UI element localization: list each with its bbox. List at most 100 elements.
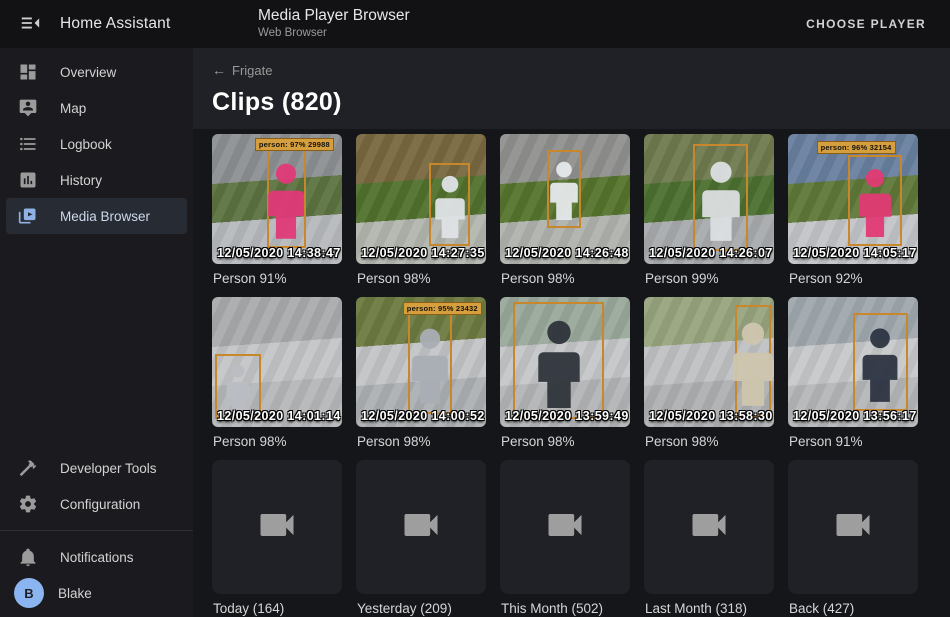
clip-timestamp: 12/05/2020 13:59:49 <box>505 409 629 423</box>
clip-thumbnail[interactable]: person: 97% 29988 12/05/2020 14:38:47 <box>212 134 342 264</box>
clip-item[interactable]: 12/05/2020 13:58:30 Person 98% <box>644 297 774 451</box>
clip-thumbnail[interactable]: 12/05/2020 14:26:48 <box>500 134 630 264</box>
clip-item[interactable]: 12/05/2020 14:26:48 Person 98% <box>500 134 630 288</box>
clip-caption: Person 99% <box>645 271 774 286</box>
breadcrumb-back-frigate[interactable]: ← Frigate <box>212 63 272 78</box>
sidebar-item-label: History <box>60 173 102 188</box>
home-assistant-app: Home Assistant Media Player Browser Web … <box>0 0 950 617</box>
sidebar-item-label: Overview <box>60 65 116 80</box>
sidebar-item-media-browser[interactable]: Media Browser <box>6 198 187 234</box>
folder-item-last-month-318[interactable]: Last Month (318) <box>644 460 774 616</box>
clip-caption: Person 98% <box>501 271 630 286</box>
sidebar-toggle-button[interactable] <box>14 8 46 40</box>
folder-card[interactable] <box>644 460 774 594</box>
clip-item[interactable]: 12/05/2020 14:26:07 Person 99% <box>644 134 774 288</box>
video-icon <box>255 503 299 552</box>
sidebar-item-history[interactable]: History <box>6 162 187 198</box>
detection-label: person: 97% 29988 <box>255 138 334 151</box>
video-icon <box>543 503 587 552</box>
clips-grid-area: person: 97% 29988 12/05/2020 14:38:47 Pers… <box>193 129 950 617</box>
top-app-bar: Home Assistant Media Player Browser Web … <box>0 0 950 48</box>
clip-thumbnail[interactable]: 12/05/2020 13:59:49 <box>500 297 630 427</box>
folder-label: Back (427) <box>789 601 918 616</box>
clip-thumbnail[interactable]: 12/05/2020 14:27:35 <box>356 134 486 264</box>
clip-caption: Person 98% <box>213 434 342 449</box>
sidebar-item-label: Media Browser <box>60 209 150 224</box>
clip-item[interactable]: 12/05/2020 13:56:17 Person 91% <box>788 297 918 451</box>
developer-tools-icon <box>18 458 38 478</box>
folder-label: Yesterday (209) <box>357 601 486 616</box>
sidebar-divider <box>0 530 193 531</box>
folder-item-today-164[interactable]: Today (164) <box>212 460 342 616</box>
sidebar-item-label: Logbook <box>60 137 112 152</box>
clip-timestamp: 12/05/2020 14:26:07 <box>649 246 773 260</box>
overview-icon <box>18 62 38 82</box>
configuration-icon <box>18 494 38 514</box>
sidebar-item-label: Configuration <box>60 497 140 512</box>
clip-caption: Person 98% <box>357 434 486 449</box>
sidebar-item-logbook[interactable]: Logbook <box>6 126 187 162</box>
sidebar-item-label: Notifications <box>60 550 134 565</box>
folder-label: Today (164) <box>213 601 342 616</box>
arrow-left-icon: ← <box>212 63 226 77</box>
user-name: Blake <box>58 586 92 601</box>
clip-caption: Person 98% <box>501 434 630 449</box>
sidebar-item-configuration[interactable]: Configuration <box>6 486 187 522</box>
content-header: ← Frigate Clips (820) <box>193 48 950 129</box>
clip-caption: Person 98% <box>645 434 774 449</box>
video-icon <box>831 503 875 552</box>
folder-item-this-month-502[interactable]: This Month (502) <box>500 460 630 616</box>
media-player-toolbar: Media Player Browser Web Browser CHOOSE … <box>193 0 950 48</box>
sidebar-item-developer-tools[interactable]: Developer Tools <box>6 450 187 486</box>
folder-card[interactable] <box>500 460 630 594</box>
detection-box <box>693 144 748 251</box>
clip-thumbnail[interactable]: person: 95% 2343212/05/2020 14:00:52 <box>356 297 486 427</box>
sidebar: Overview Map Logbook History Media Browser De… <box>0 48 193 617</box>
clip-timestamp: 12/05/2020 14:38:47 <box>217 246 341 260</box>
sidebar-item-overview[interactable]: Overview <box>6 54 187 90</box>
video-icon <box>687 503 731 552</box>
folder-item-yesterday-209[interactable]: Yesterday (209) <box>356 460 486 616</box>
app-title: Home Assistant <box>60 15 170 33</box>
clip-caption: Person 91% <box>213 271 342 286</box>
clip-thumbnail[interactable]: 12/05/2020 14:01:14 <box>212 297 342 427</box>
clips-grid: person: 97% 29988 12/05/2020 14:38:47 Pers… <box>212 134 950 616</box>
clip-timestamp: 12/05/2020 14:27:35 <box>361 246 485 260</box>
clip-thumbnail[interactable]: 12/05/2020 13:56:17 <box>788 297 918 427</box>
clip-timestamp: 12/05/2020 14:01:14 <box>217 409 341 423</box>
clip-item[interactable]: person: 96% 3215412/05/2020 14:05:17Pers… <box>788 134 918 288</box>
clip-item[interactable]: 12/05/2020 14:27:35Person 98% <box>356 134 486 288</box>
logbook-icon <box>18 134 38 154</box>
page-title: Clips (820) <box>212 88 950 117</box>
clip-item[interactable]: person: 95% 2343212/05/2020 14:00:52 Pers… <box>356 297 486 451</box>
detection-box <box>267 147 306 248</box>
folder-label: This Month (502) <box>501 601 630 616</box>
clip-item[interactable]: 12/05/2020 13:59:49 Person 98% <box>500 297 630 451</box>
detection-label: person: 96% 32154 <box>817 141 896 154</box>
folder-card[interactable] <box>212 460 342 594</box>
folder-item-back-427[interactable]: Back (427) <box>788 460 918 616</box>
sidebar-item-user-profile[interactable]: BBlake <box>6 575 187 611</box>
sidebar-item-notifications[interactable]: Notifications <box>6 539 187 575</box>
clip-thumbnail[interactable]: 12/05/2020 14:26:07 <box>644 134 774 264</box>
clip-thumbnail[interactable]: person: 96% 3215412/05/2020 14:05:17 <box>788 134 918 264</box>
folder-card[interactable] <box>356 460 486 594</box>
clip-timestamp: 12/05/2020 13:58:30 <box>649 409 773 423</box>
folder-card[interactable] <box>788 460 918 594</box>
clip-timestamp: 12/05/2020 14:00:52 <box>361 409 485 423</box>
sidebar-item-map[interactable]: Map <box>6 90 187 126</box>
map-icon <box>18 98 38 118</box>
detection-box <box>735 305 771 417</box>
clip-caption: Person 91% <box>789 434 918 449</box>
clip-thumbnail[interactable]: 12/05/2020 13:58:30 <box>644 297 774 427</box>
menu-open-icon <box>19 12 41 37</box>
media-player-browser-title: Media Player Browser <box>258 7 410 25</box>
clip-item[interactable]: person: 97% 29988 12/05/2020 14:38:47 Pers… <box>212 134 342 288</box>
detection-box <box>853 313 908 412</box>
choose-player-button[interactable]: CHOOSE PLAYER <box>800 9 932 39</box>
clip-item[interactable]: 12/05/2020 14:01:14 Person 98% <box>212 297 342 451</box>
history-icon <box>18 170 38 190</box>
sidebar-header: Home Assistant <box>0 0 193 48</box>
media-browser-icon <box>18 206 38 226</box>
sidebar-item-label: Map <box>60 101 86 116</box>
